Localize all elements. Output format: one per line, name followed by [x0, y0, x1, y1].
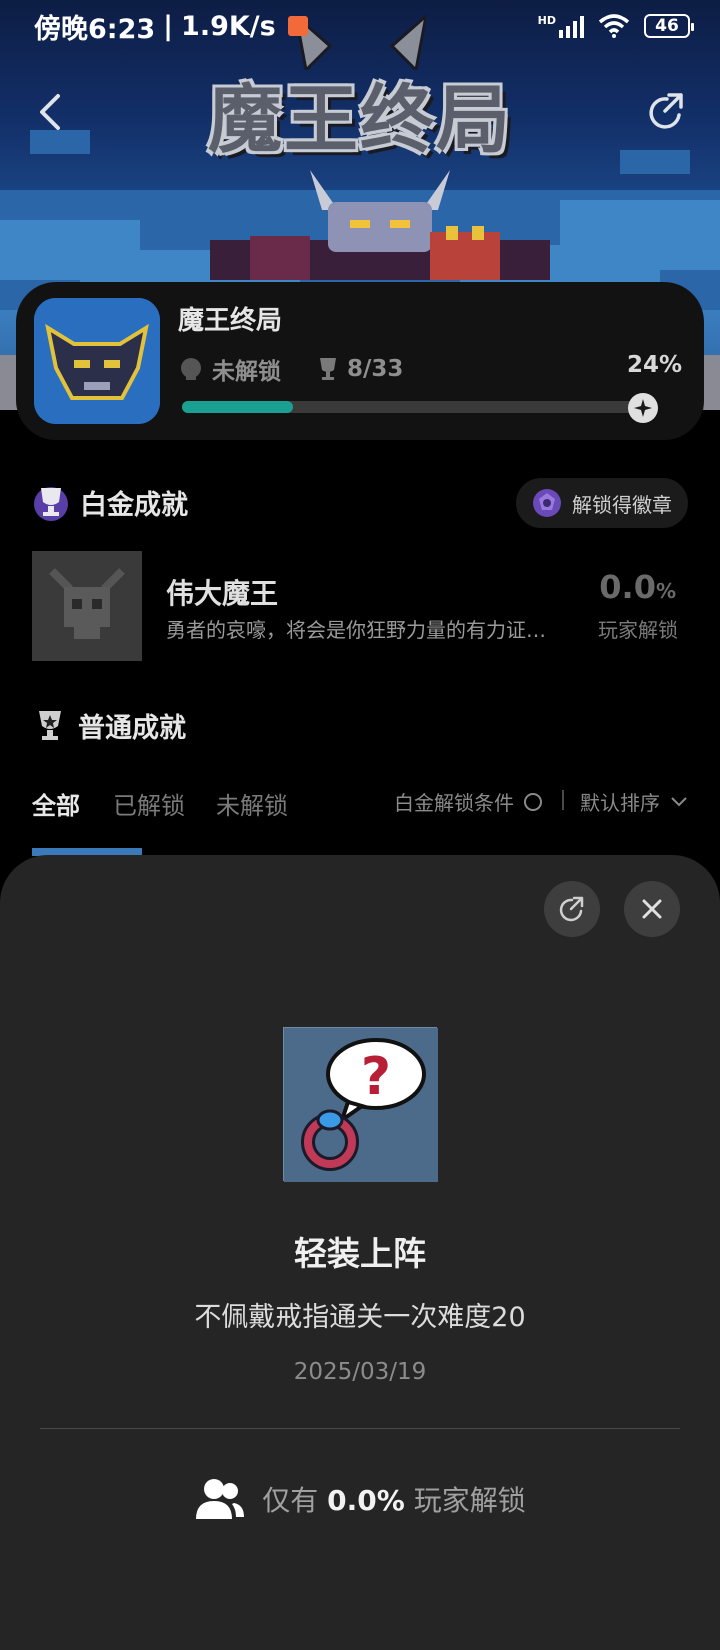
status-separator: | — [163, 10, 174, 42]
share-button[interactable] — [636, 82, 696, 142]
battery-icon: 46 — [644, 14, 694, 38]
signal-icon: HD — [538, 14, 584, 38]
skull-icon — [32, 551, 142, 661]
rate-suffix: 玩家解锁 — [413, 1484, 526, 1517]
wifi-icon — [598, 14, 630, 38]
platinum-trophy-icon — [34, 487, 68, 521]
normal-label: 普通成就 — [78, 713, 186, 744]
lock-status: 未解锁 — [212, 359, 281, 385]
normal-section-title: 普通成就 — [32, 706, 186, 745]
status-speed: 1.9K/s — [181, 10, 276, 42]
progress-fill — [182, 401, 293, 413]
share-icon — [559, 896, 584, 922]
platinum-label: 白金成就 — [80, 489, 188, 521]
network-type: HD — [537, 14, 556, 27]
game-title: 魔王终局 — [178, 306, 283, 336]
svg-text:?: ? — [361, 1047, 391, 1107]
platinum-rate-label: 玩家解锁 — [598, 618, 678, 642]
platinum-rate-value: 0.0 — [599, 568, 656, 606]
chevron-down-icon — [671, 796, 687, 806]
achievement-date: 2025/03/19 — [293, 1359, 427, 1385]
achievement-title: 轻装上阵 — [294, 1234, 426, 1273]
demon-mask-icon — [34, 298, 160, 424]
chevron-left-icon — [40, 94, 60, 130]
tab-all[interactable]: 全部 — [32, 786, 80, 821]
achievement-image: ? — [283, 1027, 438, 1182]
platinum-condition-filter[interactable]: 白金解锁条件 — [394, 787, 542, 816]
status-bar: 傍晚6:23 | 1.9K/s HD 46 — [0, 0, 720, 52]
filter-label: 白金解锁条件 — [394, 791, 514, 815]
status-time: 傍晚6:23 — [34, 13, 156, 45]
game-meta: 未解锁 8/33 — [178, 352, 403, 386]
progress-percent: 24% — [626, 352, 682, 378]
tab-locked[interactable]: 未解锁 — [216, 786, 288, 821]
badge-icon — [533, 489, 561, 517]
progress-bar — [182, 393, 658, 423]
demon-artwork — [210, 170, 550, 280]
platinum-section-title: 白金成就 — [32, 482, 188, 522]
platinum-star-icon — [628, 393, 658, 423]
platinum-achievement-desc: 勇者的哀嚎，将会是你狂野力量的有力证… — [166, 618, 546, 642]
share-icon — [649, 93, 683, 129]
battery-level: 46 — [655, 16, 679, 36]
back-button[interactable] — [20, 82, 80, 142]
users-icon — [196, 1479, 245, 1519]
sort-dropdown[interactable]: 默认排序 — [580, 787, 688, 816]
platinum-achievement-title: 伟大魔王 — [166, 577, 279, 610]
achievement-detail-sheet: ? 轻装上阵 不佩戴戒指通关一次难度20 2025/03/19 仅有 0.0% … — [0, 855, 720, 1650]
radio-icon — [524, 792, 542, 811]
achievement-unlock-rate: 仅有 0.0% 玩家解锁 — [0, 1477, 720, 1521]
game-card[interactable]: 魔王终局 未解锁 8/33 24% — [16, 282, 704, 440]
platinum-rate-unit: % — [655, 579, 676, 603]
achievement-description: 不佩戴戒指通关一次难度20 — [194, 1302, 526, 1333]
game-icon — [34, 298, 160, 424]
banner-title: 魔王终局 — [208, 76, 512, 163]
platinum-achievement-image — [32, 551, 142, 661]
trophy-icon — [320, 358, 336, 380]
locked-trophy-icon — [181, 358, 201, 380]
sheet-share-button[interactable] — [544, 881, 600, 937]
unlock-badge-button[interactable]: 解锁得徽章 — [516, 478, 688, 528]
tab-unlocked[interactable]: 已解锁 — [113, 786, 185, 821]
notification-icon — [287, 16, 308, 36]
platinum-unlock-rate: 0.0% — [599, 568, 676, 606]
sheet-close-button[interactable] — [624, 881, 680, 937]
rate-prefix: 仅有 — [262, 1484, 319, 1517]
trophy-icon — [39, 710, 61, 740]
rate-value: 0.0% — [327, 1484, 405, 1517]
divider — [40, 1428, 680, 1429]
unlock-badge-label: 解锁得徽章 — [572, 492, 672, 517]
ring-question-icon: ? — [284, 1028, 438, 1182]
close-icon — [642, 899, 662, 919]
sort-label: 默认排序 — [580, 791, 660, 815]
trophy-count: 8/33 — [347, 356, 404, 382]
